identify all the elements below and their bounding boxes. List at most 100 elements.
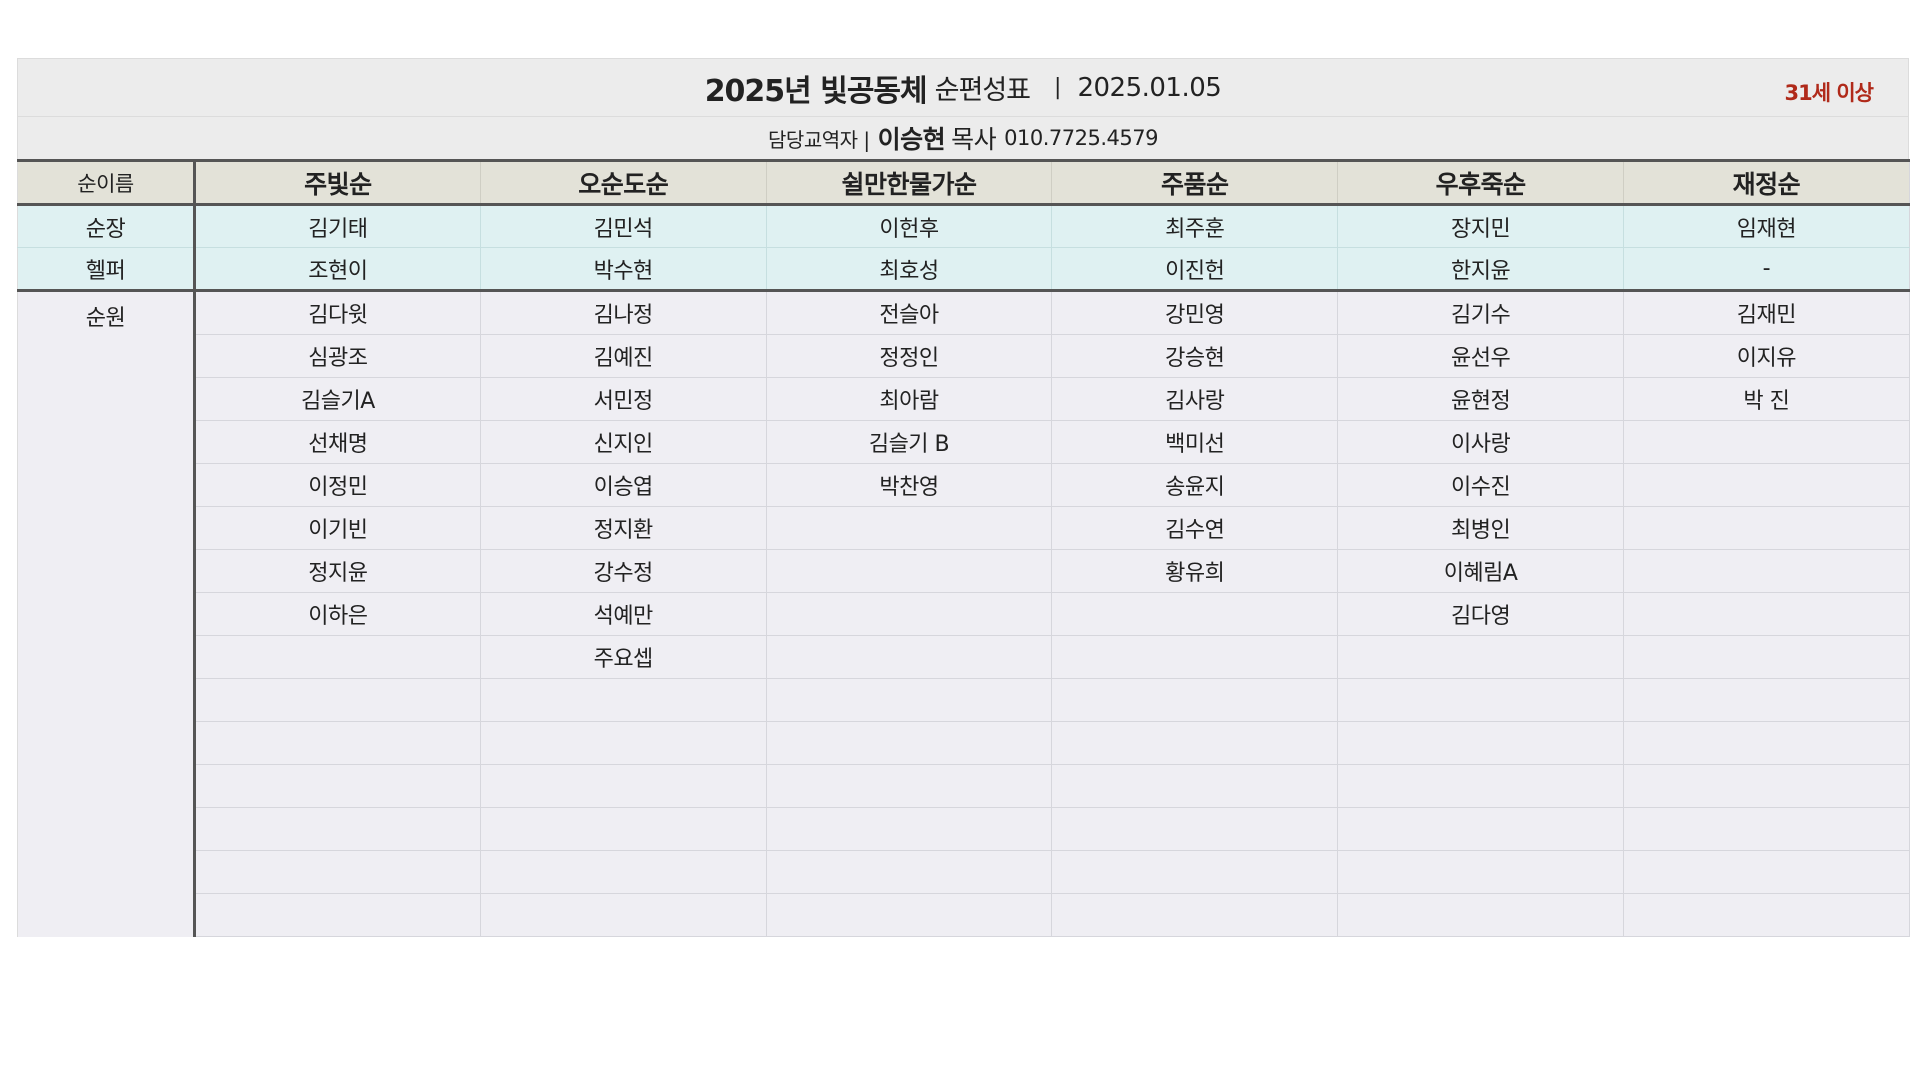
table-cell: 강민영 (1051, 290, 1338, 335)
table-cell (1051, 678, 1338, 722)
table-cell (479, 850, 767, 894)
table-cell (1337, 850, 1624, 894)
table-row: 이하은 석예만 김다영 (18, 592, 1910, 636)
row-label: 헬퍼 (17, 247, 196, 292)
table-cell: 정지환 (479, 506, 767, 550)
title-bar: 2025년 빛공동체 순편성표 | 2025.01.05 31세 이상 (17, 58, 1909, 117)
table-cell: 최호성 (765, 247, 1052, 292)
leader-row: 헬퍼 조현이 박수현 최호성 이진헌 한지윤 - (17, 247, 1910, 292)
table-cell (765, 893, 1052, 937)
table-cell: 선채명 (194, 420, 481, 464)
title-date: 2025.01.05 (1077, 72, 1222, 103)
table-cell (1622, 807, 1910, 851)
table-cell (1051, 592, 1338, 636)
table-cell: 김사랑 (1051, 377, 1338, 421)
table-cell (194, 721, 481, 765)
leader-bar: 담당교역자 | 이승현 목사 010.7725.4579 (17, 117, 1909, 159)
table-cell (765, 850, 1052, 894)
table-cell: 서민정 (479, 377, 767, 421)
table-cell (1622, 506, 1910, 550)
table-cell (765, 721, 1052, 765)
table-cell (765, 592, 1052, 636)
column-header: 주품순 (1051, 159, 1338, 206)
table-row: 김슬기A 서민정 최아람 김사랑 윤현정 박 진 (18, 377, 1910, 421)
table-cell (479, 807, 767, 851)
table-cell: 백미선 (1051, 420, 1338, 464)
table-row: 이정민 이승엽 박찬영 송윤지 이수진 (18, 463, 1910, 507)
table-row (18, 807, 1910, 851)
table-cell: 전슬아 (765, 290, 1052, 335)
table-cell: 윤현정 (1337, 377, 1624, 421)
table-cell: 윤선우 (1337, 334, 1624, 378)
table-cell: 강수정 (479, 549, 767, 593)
column-header: 오순도순 (479, 159, 767, 206)
table-cell (765, 506, 1052, 550)
table-cell (1622, 850, 1910, 894)
leader-phone: 010.7725.4579 (1004, 126, 1158, 150)
table-cell: 박 진 (1622, 377, 1910, 421)
table-cell (1337, 678, 1624, 722)
table-cell: 김기태 (194, 204, 481, 248)
table-cell (1051, 721, 1338, 765)
table-cell: 정지윤 (194, 549, 481, 593)
table-cell (194, 635, 481, 679)
table-row (18, 893, 1910, 937)
table-cell (1622, 678, 1910, 722)
table-cell: 김민석 (479, 204, 767, 248)
table-cell (1622, 420, 1910, 464)
table-cell (1622, 764, 1910, 808)
table-cell: 이진헌 (1051, 247, 1338, 292)
table-row (18, 850, 1910, 894)
table-cell: 김수연 (1051, 506, 1338, 550)
table-cell: 김재민 (1622, 290, 1910, 335)
table-cell: 강승현 (1051, 334, 1338, 378)
column-header: 우후죽순 (1337, 159, 1624, 206)
table-row: 선채명 신지인 김슬기 B 백미선 이사랑 (18, 420, 1910, 464)
table-cell: 김슬기A (194, 377, 481, 421)
table-cell (479, 764, 767, 808)
table-cell: 황유희 (1051, 549, 1338, 593)
table-cell: 정정인 (765, 334, 1052, 378)
table-cell: 최아람 (765, 377, 1052, 421)
age-tag: 31세 이상 (1784, 81, 1874, 105)
title-separator: | (1054, 75, 1062, 100)
table-cell (194, 678, 481, 722)
leader-role: 담당교역자 | (768, 127, 870, 152)
table-row: 주요셉 (18, 635, 1910, 679)
table-row: 심광조 김예진 정정인 강승현 윤선우 이지유 (18, 334, 1910, 378)
table-cell: 박찬영 (765, 463, 1052, 507)
table-cell: 신지인 (479, 420, 767, 464)
table-cell: 이정민 (194, 463, 481, 507)
table-cell (1051, 893, 1338, 937)
table-cell (765, 635, 1052, 679)
table-cell: 심광조 (194, 334, 481, 378)
row-label: 순장 (17, 204, 196, 248)
leader-title: 목사 (951, 125, 997, 154)
column-header: 주빛순 (194, 159, 481, 206)
table-cell (479, 893, 767, 937)
column-header: 재정순 (1622, 159, 1910, 206)
table-cell: 이사랑 (1337, 420, 1624, 464)
table-row (18, 764, 1910, 808)
table-cell: 이승엽 (479, 463, 767, 507)
table-cell: 석예만 (479, 592, 767, 636)
table-cell: 김기수 (1337, 290, 1624, 335)
table-cell (765, 678, 1052, 722)
table-cell (1337, 807, 1624, 851)
table-cell: 김다영 (1337, 592, 1624, 636)
table-row: 이기빈 정지환 김수연 최병인 (18, 506, 1910, 550)
title-rest: 순편성표 (934, 75, 1031, 106)
title-bold: 2025년 빛공동체 (704, 73, 928, 109)
table-row (18, 721, 1910, 765)
table-cell: 이혜림A (1337, 549, 1624, 593)
table-row: 순원 김다윗 김나정 전슬아 강민영 김기수 김재민 (17, 290, 1910, 937)
table-cell: 최주훈 (1051, 204, 1338, 248)
table-cell: 김예진 (479, 334, 767, 378)
table-cell: 이기빈 (194, 506, 481, 550)
roster-sheet: 2025년 빛공동체 순편성표 | 2025.01.05 31세 이상 담당교역… (17, 58, 1910, 937)
table-cell (1051, 850, 1338, 894)
table-cell: 주요셉 (479, 635, 767, 679)
table-cell (1051, 807, 1338, 851)
table-row (18, 678, 1910, 722)
table-cell: 김슬기 B (765, 420, 1052, 464)
